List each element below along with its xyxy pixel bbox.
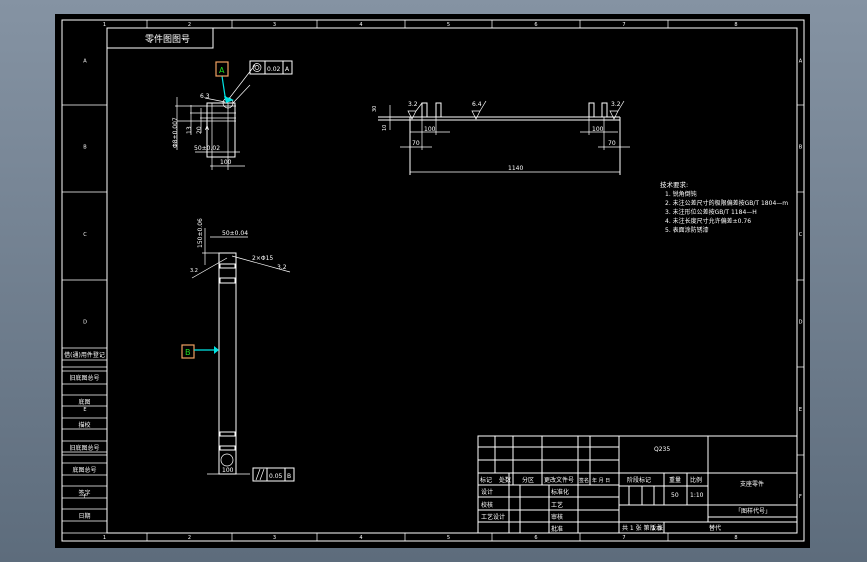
zone-label-right: E <box>799 407 802 413</box>
svg-text:版本: 版本 <box>650 524 662 532</box>
svg-text:4. 未注长度尺寸允许偏差±0.76: 4. 未注长度尺寸允许偏差±0.76 <box>665 217 751 225</box>
svg-text:技术要求:: 技术要求: <box>660 180 688 189</box>
svg-text:工艺: 工艺 <box>551 501 563 509</box>
zone-label-left: C <box>83 232 87 238</box>
zone-label-left: B <box>83 145 87 151</box>
cad-drawing-canvas[interactable]: 1122334455667788A AB BC CD DE EF F 零件图图号 借(通)用… <box>0 0 867 562</box>
zone-label-bottom: 4 <box>359 535 362 541</box>
left-column-label: 旧底图总号 <box>69 374 99 382</box>
svg-text:2×Φ15: 2×Φ15 <box>252 255 273 262</box>
svg-text:100: 100 <box>592 126 604 133</box>
svg-text:Q235: Q235 <box>654 446 670 453</box>
svg-text:20: 20 <box>196 126 203 134</box>
svg-text:0.05: 0.05 <box>269 473 283 480</box>
svg-text:Φ8±0.007: Φ8±0.007 <box>172 117 179 148</box>
svg-text:0.02: 0.02 <box>267 66 281 73</box>
svg-text:2. 未注公差尺寸的极限偏差按GB/T 1804—m: 2. 未注公差尺寸的极限偏差按GB/T 1804—m <box>665 199 788 207</box>
svg-text:1140: 1140 <box>508 165 523 172</box>
zone-label-right: F <box>799 494 802 500</box>
zone-label-left: A <box>83 59 87 65</box>
svg-text:签名: 签名 <box>579 477 589 484</box>
svg-text:批准: 批准 <box>551 525 563 533</box>
svg-text:3. 未注形位公差按GB/T 1184—H: 3. 未注形位公差按GB/T 1184—H <box>665 208 757 216</box>
svg-text:审核: 审核 <box>551 513 563 521</box>
left-column-label: 描校 <box>78 421 90 429</box>
zone-label-top: 2 <box>188 22 191 28</box>
svg-text:处数: 处数 <box>499 476 511 484</box>
svg-text:100: 100 <box>220 159 232 166</box>
svg-text:6.4: 6.4 <box>472 101 482 108</box>
zone-label-top: 1 <box>103 22 106 28</box>
zone-label-top: 7 <box>622 22 625 28</box>
svg-text:3.2: 3.2 <box>408 101 418 108</box>
zone-label-left: E <box>83 407 86 413</box>
zone-label-bottom: 7 <box>622 535 625 541</box>
zone-label-top: 8 <box>734 22 737 28</box>
svg-text:50: 50 <box>671 492 679 499</box>
left-column-label: 底图 <box>78 398 90 406</box>
svg-text:比例: 比例 <box>690 476 702 484</box>
zone-label-right: D <box>799 320 803 326</box>
svg-text:重量: 重量 <box>669 476 681 484</box>
zone-label-bottom: 5 <box>447 535 450 541</box>
zone-label-top: 4 <box>359 22 362 28</box>
zone-label-right: B <box>799 145 803 151</box>
svg-text:年 月 日: 年 月 日 <box>592 477 610 484</box>
stamp-label: 零件图图号 <box>145 33 190 45</box>
svg-text:更改文件号: 更改文件号 <box>544 476 574 484</box>
zone-label-bottom: 1 <box>103 535 106 541</box>
left-column-label: 日期 <box>78 512 90 520</box>
svg-text:B: B <box>185 348 191 357</box>
left-column-label: 底图总号 <box>72 466 96 474</box>
svg-text:3.2: 3.2 <box>190 268 198 274</box>
zone-label-right: C <box>799 232 803 238</box>
zone-label-top: 3 <box>273 22 276 28</box>
svg-text:100: 100 <box>222 467 234 474</box>
svg-text:标记: 标记 <box>480 476 492 484</box>
drawing-sheet <box>55 14 810 548</box>
svg-text:70: 70 <box>608 140 616 147</box>
zone-label-left: D <box>83 320 87 326</box>
svg-text:支座零件: 支座零件 <box>740 480 764 488</box>
svg-text:标准化: 标准化 <box>551 488 569 496</box>
zone-label-bottom: 2 <box>188 535 191 541</box>
svg-text:150±0.06: 150±0.06 <box>197 218 204 248</box>
svg-text:A: A <box>219 66 225 75</box>
svg-text:3.2: 3.2 <box>277 264 287 271</box>
svg-text:1. 锐角倒钝: 1. 锐角倒钝 <box>665 190 697 198</box>
svg-text:阶段标记: 阶段标记 <box>627 476 651 484</box>
svg-text:「图样代号」: 「图样代号」 <box>735 507 771 515</box>
svg-text:B: B <box>287 473 291 480</box>
zone-label-top: 5 <box>447 22 450 28</box>
zone-label-bottom: 3 <box>273 535 276 541</box>
left-column-label: 旧底图总号 <box>69 444 99 452</box>
svg-text:50±0.02: 50±0.02 <box>194 145 220 152</box>
svg-text:70: 70 <box>412 140 420 147</box>
svg-text:校核: 校核 <box>481 501 493 509</box>
svg-text:6.3: 6.3 <box>200 93 210 100</box>
svg-text:50±0.04: 50±0.04 <box>222 230 248 237</box>
svg-text:3.2: 3.2 <box>611 101 621 108</box>
svg-text:30: 30 <box>372 106 378 112</box>
zone-label-bottom: 6 <box>534 535 537 541</box>
svg-text:替代: 替代 <box>709 524 721 532</box>
svg-text:分区: 分区 <box>522 476 534 484</box>
svg-text:10: 10 <box>382 125 388 131</box>
left-column-label: 签字 <box>78 489 90 497</box>
zone-label-top: 6 <box>534 22 537 28</box>
svg-text:工艺设计: 工艺设计 <box>481 513 505 521</box>
left-column-label: 借(通)用件登记 <box>64 351 105 359</box>
zone-label-bottom: 8 <box>734 535 737 541</box>
svg-text:5. 表面涂防锈漆: 5. 表面涂防锈漆 <box>665 226 709 234</box>
svg-text:100: 100 <box>424 126 436 133</box>
svg-text:1:10: 1:10 <box>690 492 704 499</box>
svg-text:设计: 设计 <box>481 488 493 496</box>
svg-text:13: 13 <box>186 126 193 134</box>
zone-label-right: A <box>799 59 803 65</box>
